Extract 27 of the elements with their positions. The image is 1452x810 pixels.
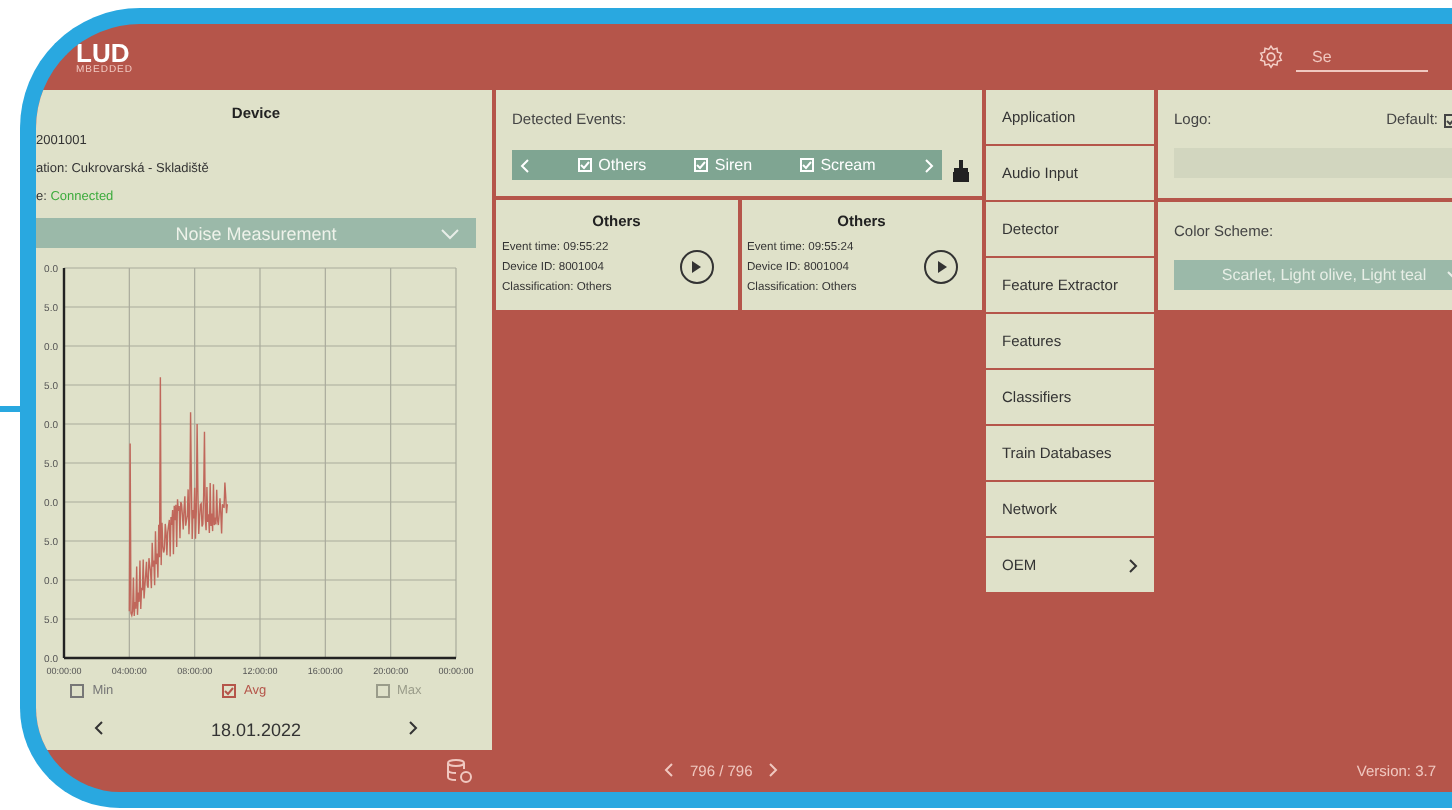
scroll-left-button[interactable] xyxy=(520,157,530,173)
play-button[interactable] xyxy=(924,250,958,284)
chevron-icon xyxy=(1128,557,1138,573)
chevron-left-icon xyxy=(520,157,530,173)
play-icon xyxy=(690,260,702,274)
checkbox-icon xyxy=(694,158,709,172)
next-page-button[interactable] xyxy=(768,762,779,778)
play-button[interactable] xyxy=(679,250,713,284)
chevron-down-icon xyxy=(440,227,460,239)
checkbox-icon xyxy=(70,684,85,698)
checkbox-icon xyxy=(375,684,390,698)
date-label: 18.01.2022 xyxy=(210,720,301,740)
chevron-right-icon xyxy=(768,762,779,778)
database-settings-icon[interactable] xyxy=(446,757,474,783)
previous-page-button[interactable] xyxy=(664,762,674,778)
broom-icon[interactable] xyxy=(952,160,970,182)
scroll-right-button[interactable] xyxy=(923,157,934,173)
settings-icon[interactable] xyxy=(1258,44,1284,70)
chevron-right-icon xyxy=(408,720,419,736)
chevron-right-icon xyxy=(923,157,934,173)
checkbox-icon xyxy=(222,684,237,698)
checkbox-icon xyxy=(800,158,815,172)
play-icon xyxy=(935,260,947,274)
checkbox-icon xyxy=(578,158,593,172)
chevron-left-icon xyxy=(93,720,104,736)
logo-title: LUD xyxy=(76,39,130,65)
chevron-left-icon xyxy=(664,762,674,778)
